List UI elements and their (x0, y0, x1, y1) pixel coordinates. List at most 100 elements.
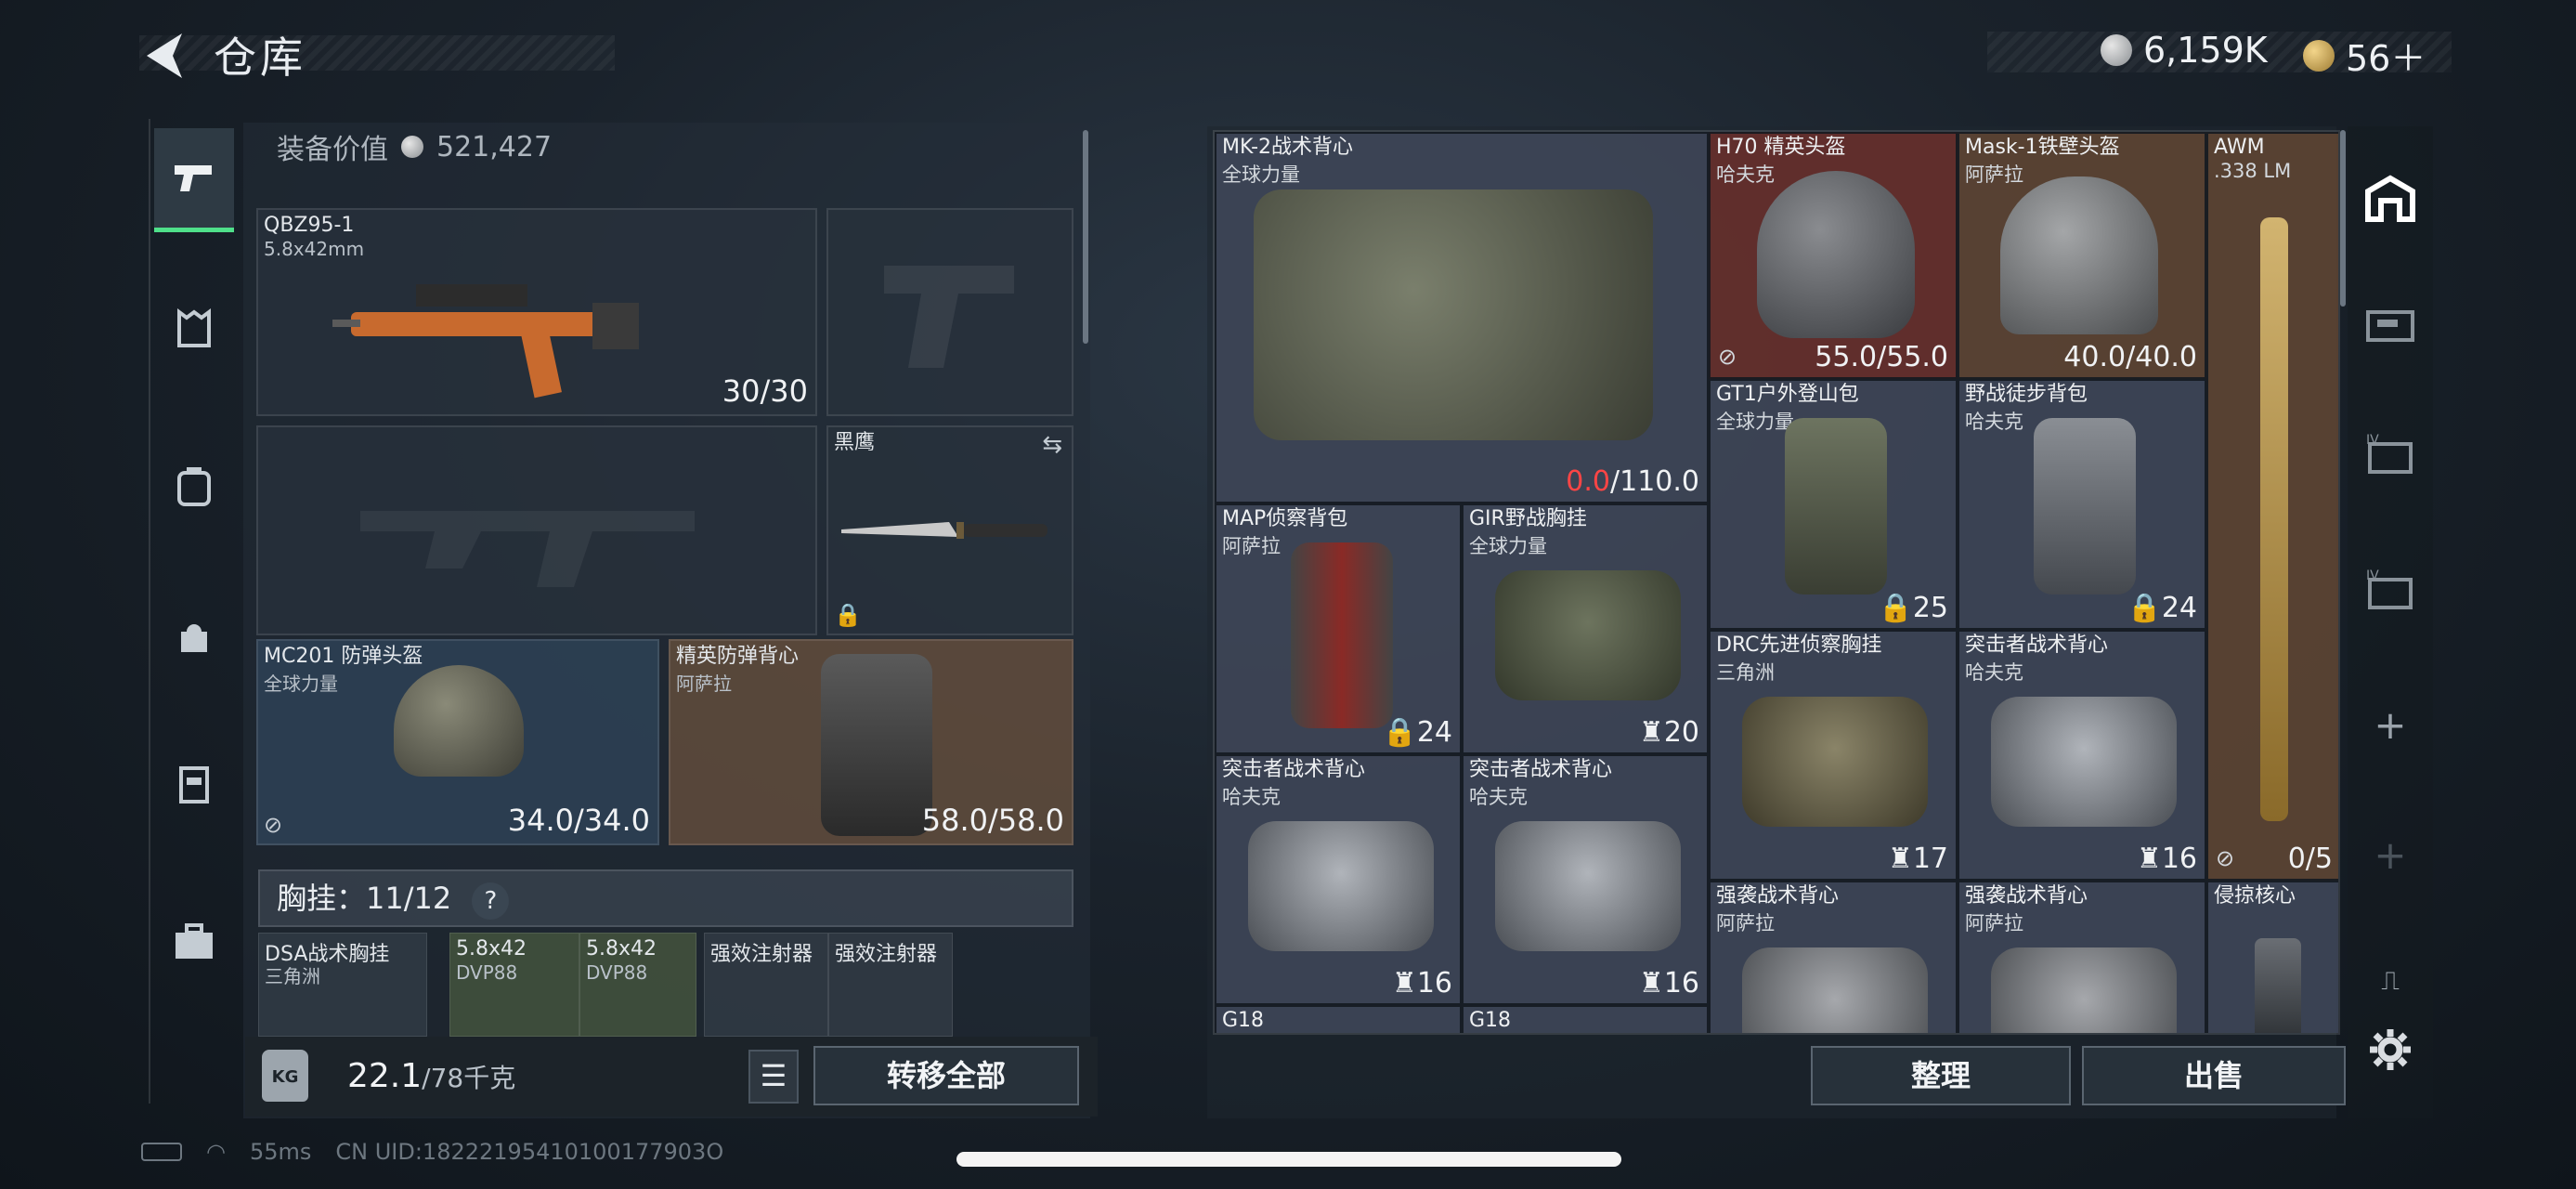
add-disabled-icon: + (2374, 831, 2407, 878)
storage-item[interactable]: GT1户外登山包 全球力量 🔒25 (1709, 379, 1958, 630)
item-name: GT1户外登山包 (1716, 383, 1859, 406)
storage-item[interactable]: 强袭战术背心 阿萨拉 (1958, 881, 2206, 1033)
item-image (1291, 542, 1393, 728)
silver-coin-icon (2101, 34, 2132, 66)
item-name: Mask-1铁壁头盔 (1965, 136, 2120, 159)
pistol-slot[interactable] (826, 208, 1073, 416)
back-arrow-icon[interactable] (139, 28, 195, 84)
gold-amount: 56＋ (2346, 38, 2426, 79)
chest-item[interactable]: 5.8x42 DVP88 (449, 933, 579, 1037)
chest-rig-icon[interactable] (154, 732, 234, 836)
add-icon[interactable]: + (2348, 678, 2433, 771)
weapon-ammo: 30/30 (722, 373, 808, 409)
item-name: GIR野战胸挂 (1469, 507, 1587, 530)
storage-item[interactable]: MAP侦察背包 阿萨拉 🔒24 (1215, 503, 1462, 754)
silver-currency: 6,159K (2101, 30, 2268, 71)
list-icon: ☰ (760, 1058, 787, 1093)
chest-item[interactable]: DSA战术胸挂 三角洲 (258, 933, 427, 1037)
helmet-durability: 34.0/34.0 (507, 803, 650, 838)
gold-currency[interactable]: 56＋ (2303, 30, 2426, 81)
warehouse-icon[interactable] (2348, 152, 2433, 245)
item-maker: 阿萨拉 (1716, 912, 1775, 934)
item-image (2000, 176, 2158, 334)
weight-kg-icon: KG (262, 1050, 308, 1102)
list-view-button[interactable]: ☰ (748, 1050, 799, 1104)
swap-icon[interactable]: ⇆ (1042, 431, 1062, 459)
storage-item[interactable]: G18 (1215, 1005, 1462, 1033)
item-capacity-value: 24 (1416, 716, 1452, 749)
rifle-silhouette-icon (360, 511, 695, 587)
storage-item[interactable]: 突击者战术背心 哈夫克 ♜16 (1215, 754, 1462, 1005)
settings-gear-icon[interactable] (2348, 1003, 2433, 1096)
user-uid: CN UID:18222195410100177903O (335, 1139, 724, 1165)
item-capacity-value: 17 (1912, 843, 1948, 875)
case-iv-icon[interactable]: IV (2348, 409, 2433, 502)
helmet-slot[interactable]: MC201 防弹头盔 全球力量 ⊘ 34.0/34.0 (256, 639, 659, 845)
armor-icon[interactable] (154, 277, 234, 381)
chest-item[interactable]: 强效注射器 (704, 933, 828, 1037)
sniper-rifle-image (2260, 217, 2288, 821)
storage-item[interactable]: MK-2战术背心 全球力量 0.0/110.0 (1215, 132, 1709, 503)
item-image (1757, 171, 1915, 338)
item-name: 强袭战术背心 (1965, 884, 2088, 908)
equipment-scrollbar[interactable] (1083, 130, 1088, 344)
transfer-all-button[interactable]: 转移全部 (813, 1046, 1079, 1105)
storage-item[interactable]: Mask-1铁壁头盔 阿萨拉 40.0/40.0 (1958, 132, 2206, 379)
secondary-weapon-slot[interactable] (256, 425, 817, 635)
item-name: MAP侦察背包 (1222, 507, 1348, 530)
storage-item[interactable]: AWM .338 LM ⊘ 0/5 (2206, 132, 2338, 881)
pistol-icon[interactable] (154, 128, 234, 232)
help-icon[interactable]: ? (472, 882, 510, 920)
home-indicator[interactable] (956, 1152, 1621, 1167)
helmet-maker: 全球力量 (264, 673, 338, 695)
briefcase-icon[interactable] (154, 890, 234, 994)
wifi-icon: ◠ (206, 1139, 226, 1165)
storage-item[interactable]: GIR野战胸挂 全球力量 ♜20 (1462, 503, 1709, 754)
melee-slot[interactable]: 黑鹰 ⇆ 🔒 (826, 425, 1073, 635)
bag-icon[interactable] (154, 583, 234, 687)
item-image (2034, 418, 2136, 594)
storage-item[interactable]: 野战徒步背包 哈夫克 🔒24 (1958, 379, 2206, 630)
chest-item-name: 强效注射器 (835, 943, 938, 966)
primary-weapon-slot[interactable]: QBZ95-1 5.8x42mm 30/30 (256, 208, 817, 416)
chest-item[interactable]: 5.8x42 DVP88 (579, 933, 696, 1037)
item-capacity-value: 25 (1912, 592, 1948, 624)
chest-item[interactable]: 强效注射器 (828, 933, 953, 1037)
storage-item[interactable]: H70 精英头盔 哈夫克 ⊘ 55.0/55.0 (1709, 132, 1958, 379)
weight-display: 22.1/78千克 (347, 1057, 515, 1095)
knife-icon (841, 522, 1047, 539)
storage-item[interactable]: 突击者战术背心 哈夫克 ♜16 (1462, 754, 1709, 1005)
title-strip (139, 35, 615, 71)
storage-item[interactable]: 突击者战术背心 哈夫克 ♜16 (1958, 630, 2206, 881)
item-capacity-value: 16 (1416, 967, 1452, 1000)
storage-item[interactable]: DRC先进侦察胸挂 三角洲 ♜17 (1709, 630, 1958, 881)
item-capacity: ♜16 (1391, 967, 1452, 1000)
page-title: 仓库 (214, 33, 306, 83)
melee-name: 黑鹰 (834, 431, 876, 454)
item-maker: 哈夫克 (1222, 786, 1281, 808)
item-capacity-value: 16 (2161, 843, 2197, 875)
backpack-icon[interactable] (154, 435, 234, 539)
item-image (2255, 938, 2301, 1033)
storage-item[interactable]: G18 (1462, 1005, 1709, 1033)
sort-button[interactable]: 整理 (1811, 1046, 2071, 1105)
storage-item[interactable]: 强袭战术背心 阿萨拉 (1709, 881, 1958, 1033)
case-iv-icon-2[interactable]: IV (2348, 544, 2433, 637)
sell-button[interactable]: 出售 (2082, 1046, 2346, 1105)
equipment-value: 装备价值 521,427 (277, 126, 552, 167)
weapon-rack-icon[interactable] (2348, 279, 2433, 372)
item-capacity: 🔒24 (2127, 592, 2197, 624)
armor-durability: 58.0/58.0 (921, 803, 1064, 838)
armor-slot[interactable]: 精英防弹背心 阿萨拉 58.0/58.0 (669, 639, 1073, 845)
helmet-image (394, 665, 524, 777)
item-maker: 哈夫克 (1716, 163, 1775, 186)
chest-item-name: 5.8x42 (456, 937, 527, 960)
chest-item-name: 强效注射器 (710, 943, 813, 966)
item-capacity: 🔒24 (1382, 716, 1452, 749)
storage-item[interactable]: 侵掠核心 (2206, 881, 2338, 1033)
storage-scrollbar[interactable] (2340, 130, 2346, 307)
item-maker: 阿萨拉 (1965, 163, 2023, 186)
item-durability-max: /110.0 (1610, 465, 1699, 498)
weight-value: 22.1 (347, 1057, 423, 1095)
equipment-value-label: 装备价值 (277, 134, 388, 166)
